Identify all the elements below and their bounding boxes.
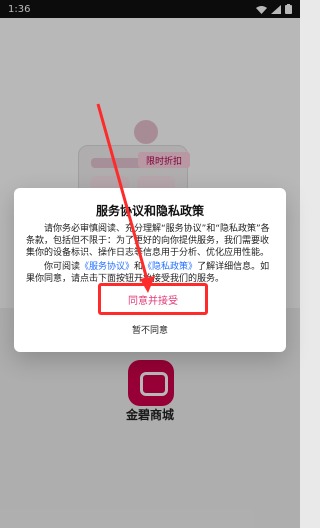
privacy-policy-link[interactable]: 《隐私政策》: [143, 262, 197, 272]
disagree-button[interactable]: 暂不同意: [0, 323, 300, 336]
agree-button[interactable]: 同意并接受: [98, 283, 208, 315]
service-agreement-link[interactable]: 《服务协议》: [80, 262, 134, 272]
dialog-body: 请你务必审慎阅读、充分理解“服务协议”和“隐私政策”各条款，包括但不限于：为了更…: [26, 223, 274, 287]
dialog-paragraph-1: 请你务必审慎阅读、充分理解“服务协议”和“隐私政策”各条款，包括但不限于：为了更…: [26, 224, 270, 258]
paragraph2-prefix: 你可阅读: [44, 262, 81, 272]
dialog-paragraph-2: 你可阅读《服务协议》和《隐私政策》了解详细信息。如果你同意，请点击下面按钮开始接…: [26, 261, 274, 285]
dialog-title: 服务协议和隐私政策: [95, 204, 204, 218]
paragraph2-middle: 和: [134, 262, 144, 272]
